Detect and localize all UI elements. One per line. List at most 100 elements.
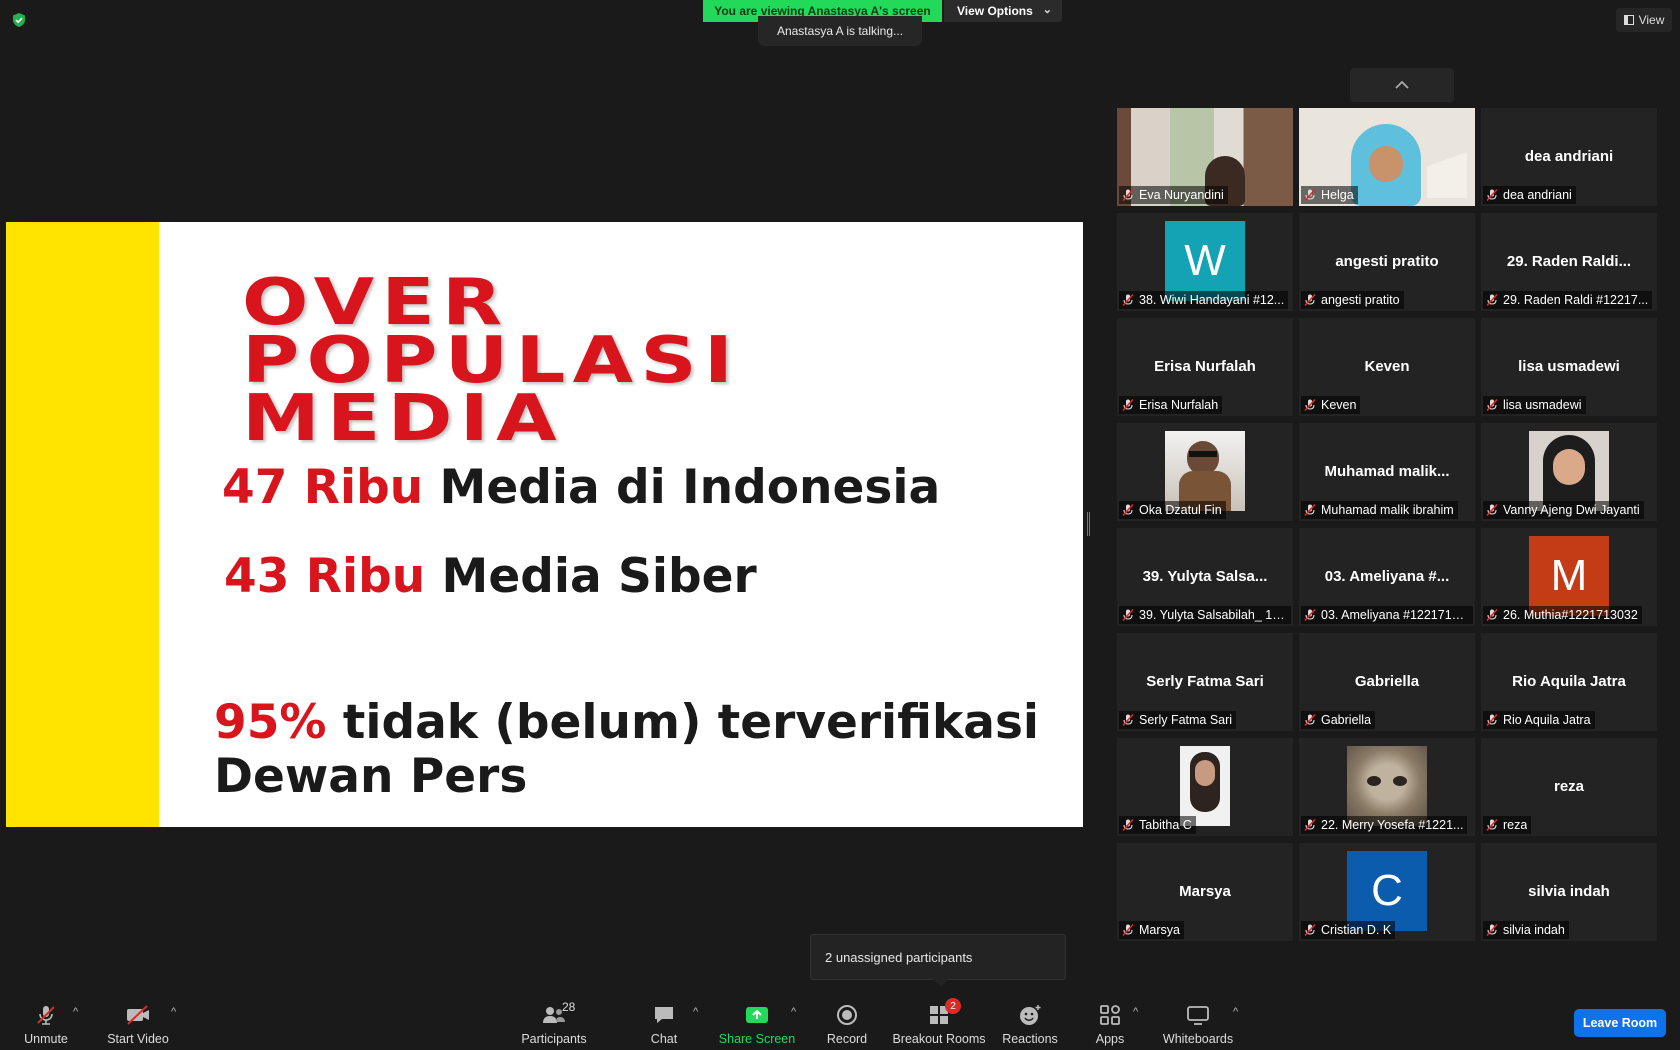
- participant-tile[interactable]: Rio Aquila Jatra Rio Aquila Jatra: [1481, 633, 1657, 731]
- view-layout-button[interactable]: View: [1616, 8, 1672, 32]
- microphone-muted-icon: [1304, 188, 1316, 202]
- slide-yellow-bar: [6, 222, 159, 827]
- participant-tile[interactable]: 39. Yulyta Salsa... 39. Yulyta Salsabilah…: [1117, 528, 1293, 626]
- participant-name-label: Cristian D. K: [1301, 921, 1396, 939]
- record-button[interactable]: Record: [822, 990, 872, 1050]
- microphone-muted-icon: [1122, 713, 1134, 727]
- participant-tile[interactable]: Keven Keven: [1299, 318, 1475, 416]
- microphone-muted-icon: [1486, 398, 1498, 412]
- participant-tile[interactable]: Eva Nuryandini: [1117, 108, 1293, 206]
- participant-tile[interactable]: C Cristian D. K: [1299, 843, 1475, 941]
- apps-options-caret-icon[interactable]: ^: [1133, 1006, 1138, 1018]
- meeting-toolbar: Unmute ^ Start Video ^ 28 Participants C…: [0, 990, 1680, 1050]
- whiteboards-options-caret-icon[interactable]: ^: [1233, 1006, 1238, 1018]
- microphone-muted-icon: [1304, 503, 1316, 517]
- participant-name: Erisa Nurfalah: [1139, 398, 1219, 412]
- participant-tile[interactable]: Erisa Nurfalah Erisa Nurfalah: [1117, 318, 1293, 416]
- breakout-rooms-label: Breakout Rooms: [892, 1032, 986, 1046]
- unmute-label: Unmute: [24, 1032, 68, 1046]
- apps-button[interactable]: Apps: [1090, 990, 1130, 1050]
- participant-name: Oka Dzatul Fin: [1139, 503, 1222, 517]
- participant-display-name: lisa usmadewi: [1518, 358, 1620, 375]
- participant-tile[interactable]: Muhamad malik... Muhamad malik ibrahim: [1299, 423, 1475, 521]
- participant-tile[interactable]: dea andriani dea andriani: [1481, 108, 1657, 206]
- participant-tile[interactable]: lisa usmadewi lisa usmadewi: [1481, 318, 1657, 416]
- participant-name-label: dea andriani: [1483, 186, 1576, 204]
- participant-tile[interactable]: W 38. Wiwi Handayani #12...: [1117, 213, 1293, 311]
- smiley-icon: [1016, 1002, 1044, 1028]
- microphone-muted-icon: [1304, 818, 1316, 832]
- participant-tile[interactable]: Gabriella Gabriella: [1299, 633, 1475, 731]
- participant-tile[interactable]: angesti pratito angesti pratito: [1299, 213, 1475, 311]
- participant-name-label: Tabitha C: [1119, 816, 1196, 834]
- microphone-muted-icon: [1486, 503, 1498, 517]
- breakout-rooms-button[interactable]: 2 Breakout Rooms: [892, 990, 986, 1050]
- panel-resize-handle[interactable]: [1087, 512, 1090, 536]
- stat-text: Dewan Pers: [214, 749, 528, 804]
- share-screen-button[interactable]: Share Screen: [718, 990, 796, 1050]
- stat-text: tidak (belum) terverifikasi: [326, 695, 1040, 750]
- participant-tile[interactable]: 29. Raden Raldi... 29. Raden Raldi #12217…: [1481, 213, 1657, 311]
- stat-number: 47 Ribu: [222, 460, 424, 515]
- participant-display-name: angesti pratito: [1335, 253, 1439, 270]
- participant-tile[interactable]: M 26. Muthia#1221713032: [1481, 528, 1657, 626]
- leave-room-button[interactable]: Leave Room: [1574, 1009, 1666, 1037]
- participant-tile[interactable]: Tabitha C: [1117, 738, 1293, 836]
- participant-name: Serly Fatma Sari: [1139, 713, 1233, 727]
- participant-display-name: Gabriella: [1354, 673, 1420, 690]
- participant-tile[interactable]: Oka Dzatul Fin: [1117, 423, 1293, 521]
- slide-stat-media-siber: 43 Ribu Media Siber: [224, 549, 757, 604]
- whiteboards-button[interactable]: Whiteboards: [1160, 990, 1236, 1050]
- participant-display-name: 29. Raden Raldi...: [1506, 253, 1632, 270]
- microphone-muted-icon: [1486, 923, 1498, 937]
- participant-tile[interactable]: reza reza: [1481, 738, 1657, 836]
- chat-options-caret-icon[interactable]: ^: [693, 1006, 698, 1018]
- chat-bubble-icon: [650, 1002, 678, 1028]
- video-off-icon: [124, 1002, 152, 1028]
- start-video-button[interactable]: Start Video: [104, 990, 172, 1050]
- chat-label: Chat: [650, 1032, 678, 1046]
- microphone-muted-icon: [1304, 398, 1316, 412]
- microphone-muted-icon: [1486, 188, 1498, 202]
- video-options-caret-icon[interactable]: ^: [171, 1006, 176, 1018]
- participant-tile[interactable]: 03. Ameliyana #... 03. Ameliyana #1221713…: [1299, 528, 1475, 626]
- microphone-muted-icon: [1122, 608, 1134, 622]
- participant-tile[interactable]: Helga: [1299, 108, 1475, 206]
- participant-tile[interactable]: 22. Merry Yosefa #1221...: [1299, 738, 1475, 836]
- participant-name: reza: [1503, 818, 1528, 832]
- participant-tile[interactable]: Marsya Marsya: [1117, 843, 1293, 941]
- stat-number: 43 Ribu: [224, 549, 426, 604]
- security-shield-icon[interactable]: [11, 12, 27, 28]
- view-options-button[interactable]: View Options ⌄: [944, 0, 1062, 22]
- participant-display-name: Muhamad malik...: [1324, 463, 1450, 480]
- participant-name-label: Eva Nuryandini: [1119, 186, 1228, 204]
- participant-tile[interactable]: silvia indah silvia indah: [1481, 843, 1657, 941]
- participant-tile[interactable]: Serly Fatma Sari Serly Fatma Sari: [1117, 633, 1293, 731]
- microphone-muted-icon: [1304, 713, 1316, 727]
- active-speaker-indicator: Anastasya A is talking...: [758, 16, 922, 46]
- microphone-muted-icon: [1486, 608, 1498, 622]
- participant-tile[interactable]: Vanny Ajeng Dwi Jayanti: [1481, 423, 1657, 521]
- gallery-scroll-up-button[interactable]: [1350, 68, 1454, 102]
- microphone-muted-icon: [1304, 923, 1316, 937]
- audio-options-caret-icon[interactable]: ^: [73, 1006, 78, 1018]
- microphone-muted-icon: [1122, 293, 1134, 307]
- participant-name: Eva Nuryandini: [1139, 188, 1224, 202]
- chevron-up-icon: [1395, 80, 1409, 89]
- participant-display-name: 03. Ameliyana #...: [1324, 568, 1450, 585]
- share-options-caret-icon[interactable]: ^: [791, 1006, 796, 1018]
- unassigned-participants-tooltip: 2 unassigned participants: [810, 934, 1066, 987]
- participant-name: 03. Ameliyana #1221713...: [1321, 608, 1469, 622]
- whiteboards-label: Whiteboards: [1162, 1032, 1234, 1046]
- whiteboard-icon: [1184, 1002, 1212, 1028]
- reactions-button[interactable]: Reactions: [1000, 990, 1060, 1050]
- stat-text: Media Siber: [425, 549, 757, 604]
- participant-display-name: reza: [1553, 778, 1585, 795]
- participant-display-name: Erisa Nurfalah: [1154, 358, 1256, 375]
- unmute-button[interactable]: Unmute: [18, 990, 74, 1050]
- participant-name-label: 26. Muthia#1221713032: [1483, 606, 1642, 624]
- participants-button[interactable]: 28 Participants: [518, 990, 590, 1050]
- participant-display-name: Serly Fatma Sari: [1146, 673, 1264, 690]
- chat-button[interactable]: Chat: [643, 990, 685, 1050]
- participant-display-name: silvia indah: [1528, 883, 1610, 900]
